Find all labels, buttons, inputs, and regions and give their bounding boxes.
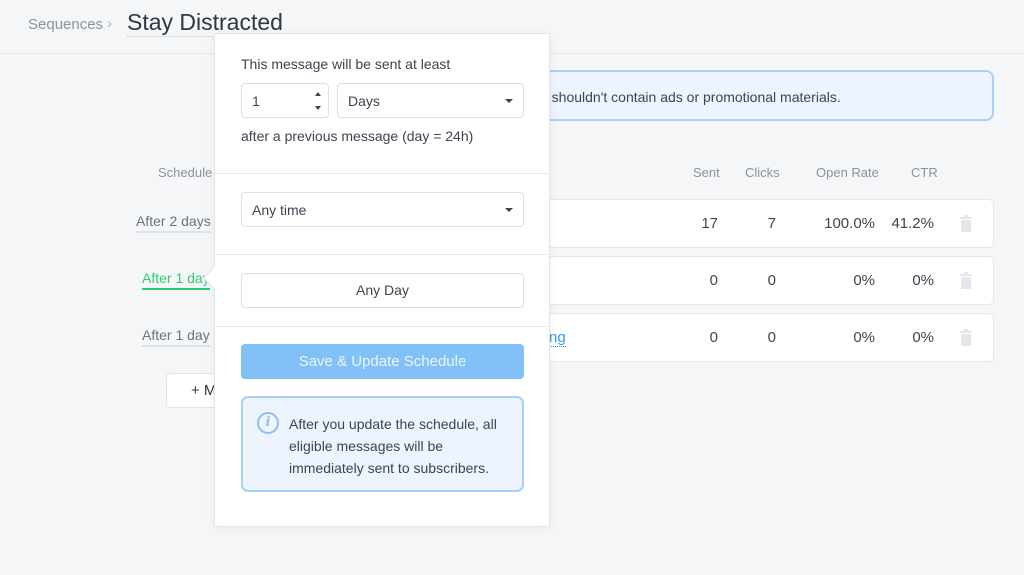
save-update-schedule-button[interactable]: Save & Update Schedule — [241, 344, 524, 379]
time-value: Any time — [252, 202, 307, 218]
column-header-open-rate: Open Rate — [816, 165, 879, 180]
delay-unit-value: Days — [348, 93, 380, 109]
info-icon: i — [257, 412, 279, 434]
info-box: i After you update the schedule, all eli… — [241, 396, 524, 492]
divider — [215, 173, 549, 174]
schedule-popover: This message will be sent at least 1 Day… — [202, 33, 550, 527]
message-title-link[interactable]: ng — [549, 329, 566, 347]
chevron-down-icon — [505, 99, 513, 103]
notice-banner: e shouldn't contain ads or promotional m… — [520, 70, 994, 121]
table-row[interactable]: ng 0 0 0% 0% — [520, 313, 994, 362]
trash-icon[interactable] — [959, 215, 973, 232]
column-header-schedule: Schedule — [158, 165, 213, 180]
delay-amount-stepper[interactable]: 1 — [241, 83, 329, 118]
popover-intro: This message will be sent at least — [241, 56, 451, 72]
delay-unit-select[interactable]: Days — [337, 83, 524, 118]
sent-value: 17 — [701, 215, 718, 232]
table-row[interactable]: 17 7 100.0% 41.2% — [520, 199, 994, 248]
open-rate-value: 0% — [853, 329, 875, 346]
chevron-right-icon: › — [107, 15, 112, 32]
ctr-value: 0% — [912, 329, 934, 346]
schedule-link[interactable]: After 1 day — [142, 327, 210, 347]
clicks-value: 0 — [767, 329, 776, 346]
trash-icon[interactable] — [959, 272, 973, 289]
column-header-ctr: CTR — [911, 165, 938, 180]
breadcrumb-sequences[interactable]: Sequences — [28, 16, 103, 33]
increment-icon[interactable] — [315, 92, 321, 96]
divider — [215, 326, 549, 327]
delay-amount-value: 1 — [252, 93, 260, 109]
sent-value: 0 — [709, 272, 718, 289]
ctr-value: 41.2% — [891, 215, 934, 232]
open-rate-value: 0% — [853, 272, 875, 289]
day-select-button[interactable]: Any Day — [241, 273, 524, 308]
info-text: After you update the schedule, all eligi… — [289, 416, 497, 476]
time-select[interactable]: Any time — [241, 192, 524, 227]
decrement-icon[interactable] — [315, 106, 321, 110]
chevron-down-icon — [505, 208, 513, 212]
divider — [215, 254, 549, 255]
schedule-link[interactable]: After 2 days — [136, 213, 211, 233]
sent-value: 0 — [709, 329, 718, 346]
popover-suffix: after a previous message (day = 24h) — [241, 128, 474, 144]
schedule-link-active[interactable]: After 1 day — [142, 270, 210, 290]
clicks-value: 0 — [767, 272, 776, 289]
table-row[interactable]: 0 0 0% 0% — [520, 256, 994, 305]
notice-text: e shouldn't contain ads or promotional m… — [540, 89, 841, 105]
column-header-sent: Sent — [693, 165, 720, 180]
clicks-value: 7 — [767, 215, 776, 232]
open-rate-value: 100.0% — [824, 215, 875, 232]
column-header-clicks: Clicks — [745, 165, 780, 180]
ctr-value: 0% — [912, 272, 934, 289]
trash-icon[interactable] — [959, 329, 973, 346]
